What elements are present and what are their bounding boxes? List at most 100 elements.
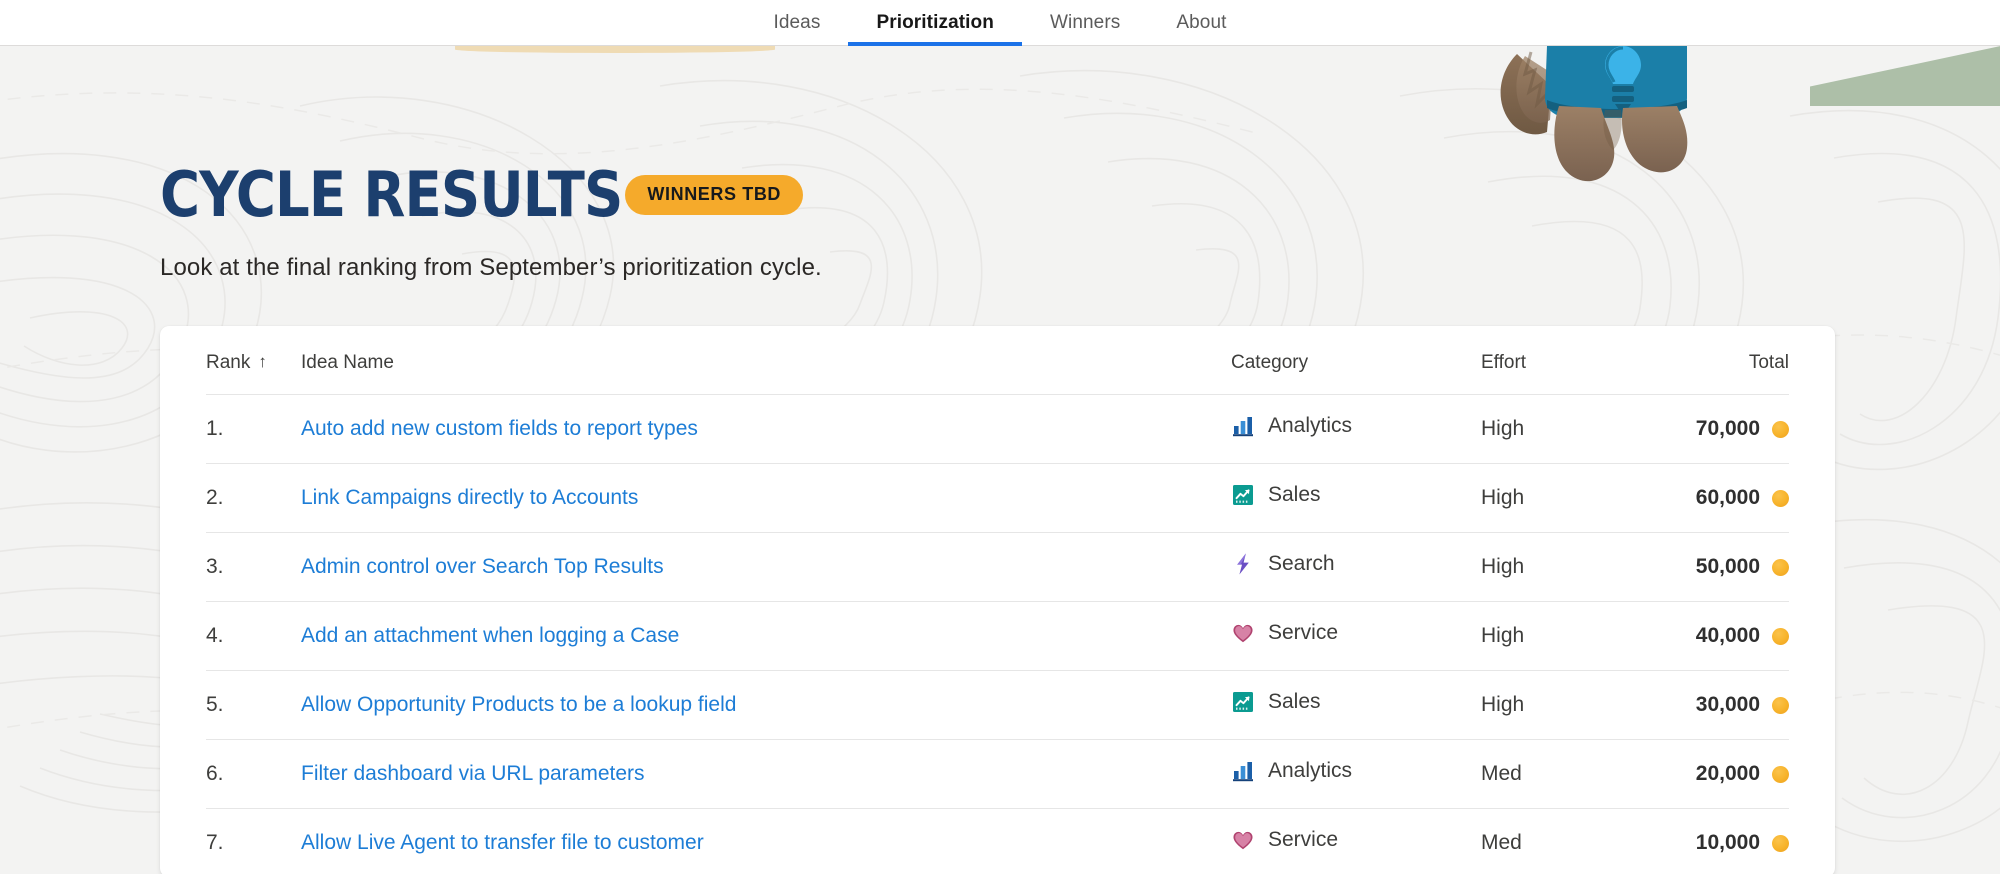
cell-rank: 4. — [206, 601, 301, 671]
cell-effort: High — [1481, 670, 1656, 740]
table-header-row: Rank ↑ Idea Name Category Effort Total — [206, 326, 1789, 395]
coin-icon — [1772, 558, 1789, 576]
coin-icon — [1772, 420, 1789, 438]
main-content: CYCLE RESULTS WINNERS TBD Look at the fi… — [0, 46, 2000, 874]
cell-rank: 2. — [206, 463, 301, 533]
cell-rank: 5. — [206, 670, 301, 740]
nav-item-label: Ideas — [773, 11, 821, 33]
cell-category: Search — [1231, 532, 1481, 602]
nav-item-label: About — [1176, 11, 1227, 33]
search-lightning-bolt-icon — [1231, 552, 1255, 576]
cell-category: Sales — [1231, 670, 1481, 740]
idea-link[interactable]: Allow Opportunity Products to be a looku… — [301, 693, 736, 716]
table-body: 1. Auto add new custom fields to report t… — [206, 394, 1789, 874]
idea-link[interactable]: Auto add new custom fields to report typ… — [301, 417, 698, 440]
cell-effort: Med — [1481, 831, 1522, 854]
cell-total: 50,000 — [1656, 532, 1789, 602]
idea-link[interactable]: Allow Live Agent to transfer file to cus… — [301, 831, 704, 854]
cell-total: 20,000 — [1656, 739, 1789, 809]
nav-item-prioritization[interactable]: Prioritization — [848, 0, 1022, 46]
total-value: 30,000 — [1695, 693, 1760, 716]
cell-idea-name: Admin control over Search Top Results — [301, 532, 1231, 602]
analytics-bar-chart-icon — [1231, 414, 1255, 438]
results-card: Rank ↑ Idea Name Category Effort Total 1.… — [160, 326, 1835, 874]
table-header: Rank ↑ Idea Name Category Effort Total — [206, 326, 1789, 395]
category-label: Search — [1268, 552, 1335, 575]
table-row: 4. Add an attachment when logging a Case S… — [206, 601, 1789, 671]
cell-idea-name: Auto add new custom fields to report typ… — [301, 394, 1231, 464]
nav-item-winners[interactable]: Winners — [1022, 0, 1148, 46]
cell-effort: Med — [1481, 739, 1656, 809]
category-label: Sales — [1268, 690, 1321, 713]
category-label: Service — [1268, 828, 1339, 851]
cell-effort: High — [1481, 601, 1656, 671]
column-header-total[interactable]: Total — [1656, 326, 1789, 395]
cell-total: 60,000 — [1656, 463, 1789, 533]
table-row: 6. Filter dashboard via URL parameters Ana… — [206, 739, 1789, 809]
nav-item-about[interactable]: About — [1148, 0, 1254, 46]
cell-category: Service — [1231, 601, 1481, 671]
page-subtitle: Look at the final ranking from September… — [160, 254, 822, 281]
cell-idea-name: Allow Live Agent to transfer file to cus… — [301, 809, 1231, 874]
table-row: 2. Link Campaigns directly to Accounts Sal… — [206, 463, 1789, 533]
cell-category: Sales — [1231, 463, 1481, 533]
cell-effort: High — [1481, 463, 1656, 533]
service-heart-icon — [1231, 621, 1255, 645]
cell-category: Analytics — [1231, 739, 1481, 809]
cell-rank: 1. — [206, 394, 301, 464]
cell-rank: 7. — [206, 831, 224, 854]
status-badge: WINNERS TBD — [625, 175, 804, 215]
idea-link[interactable]: Filter dashboard via URL parameters — [301, 762, 645, 785]
results-table: Rank ↑ Idea Name Category Effort Total 1.… — [206, 326, 1789, 874]
cell-category: Analytics — [1231, 394, 1481, 464]
cell-total: 70,000 — [1656, 394, 1789, 464]
cell-total: 30,000 — [1656, 670, 1789, 740]
total-value: 50,000 — [1695, 555, 1760, 578]
cell-idea-name: Filter dashboard via URL parameters — [301, 739, 1231, 809]
cell-idea-name: Link Campaigns directly to Accounts — [301, 463, 1231, 533]
column-header-effort[interactable]: Effort — [1481, 326, 1656, 395]
column-header-category[interactable]: Category — [1231, 326, 1481, 395]
analytics-bar-chart-icon — [1231, 759, 1255, 783]
cell-total: 10,000 — [1656, 809, 1789, 874]
total-value: 60,000 — [1695, 486, 1760, 509]
category-label: Analytics — [1268, 414, 1353, 437]
top-navigation-bar: Ideas Prioritization Winners About — [0, 0, 2000, 46]
cell-rank: 6. — [206, 739, 301, 809]
sales-trend-up-icon — [1231, 690, 1255, 714]
total-value: 20,000 — [1695, 762, 1760, 785]
coin-icon — [1772, 834, 1789, 852]
nav-item-ideas[interactable]: Ideas — [745, 0, 848, 46]
table-row: 5. Allow Opportunity Products to be a loo… — [206, 670, 1789, 740]
table-row: 1. Auto add new custom fields to report t… — [206, 394, 1789, 464]
total-value: 70,000 — [1695, 417, 1760, 440]
service-heart-icon — [1231, 828, 1255, 852]
category-label: Analytics — [1268, 759, 1353, 782]
cell-idea-name: Add an attachment when logging a Case — [301, 601, 1231, 671]
column-header-idea-name[interactable]: Idea Name — [301, 326, 1231, 395]
total-value: 10,000 — [1695, 831, 1760, 854]
nav-item-label: Winners — [1049, 11, 1121, 33]
idea-link[interactable]: Add an attachment when logging a Case — [301, 624, 679, 647]
total-value: 40,000 — [1695, 624, 1760, 647]
coin-icon — [1772, 627, 1789, 645]
idea-link[interactable]: Admin control over Search Top Results — [301, 555, 664, 578]
page-header: CYCLE RESULTS WINNERS TBD — [160, 164, 2000, 226]
column-header-rank-label: Rank — [206, 352, 251, 373]
coin-icon — [1772, 696, 1789, 714]
coin-icon — [1772, 489, 1789, 507]
cell-effort: High — [1481, 394, 1656, 464]
column-header-rank[interactable]: Rank ↑ — [206, 326, 301, 395]
category-label: Service — [1268, 621, 1339, 644]
idea-link[interactable]: Link Campaigns directly to Accounts — [301, 486, 638, 509]
sales-trend-up-icon — [1231, 483, 1255, 507]
nav-item-label: Prioritization — [876, 11, 994, 33]
category-label: Sales — [1268, 483, 1321, 506]
cell-idea-name: Allow Opportunity Products to be a looku… — [301, 670, 1231, 740]
page-title: CYCLE RESULTS — [160, 158, 623, 231]
cell-category: Service — [1231, 809, 1481, 874]
cell-rank: 3. — [206, 532, 301, 602]
page-body: CYCLE RESULTS WINNERS TBD Look at the fi… — [0, 46, 2000, 874]
cell-effort: High — [1481, 532, 1656, 602]
table-row: 3. Admin control over Search Top Results S… — [206, 532, 1789, 602]
